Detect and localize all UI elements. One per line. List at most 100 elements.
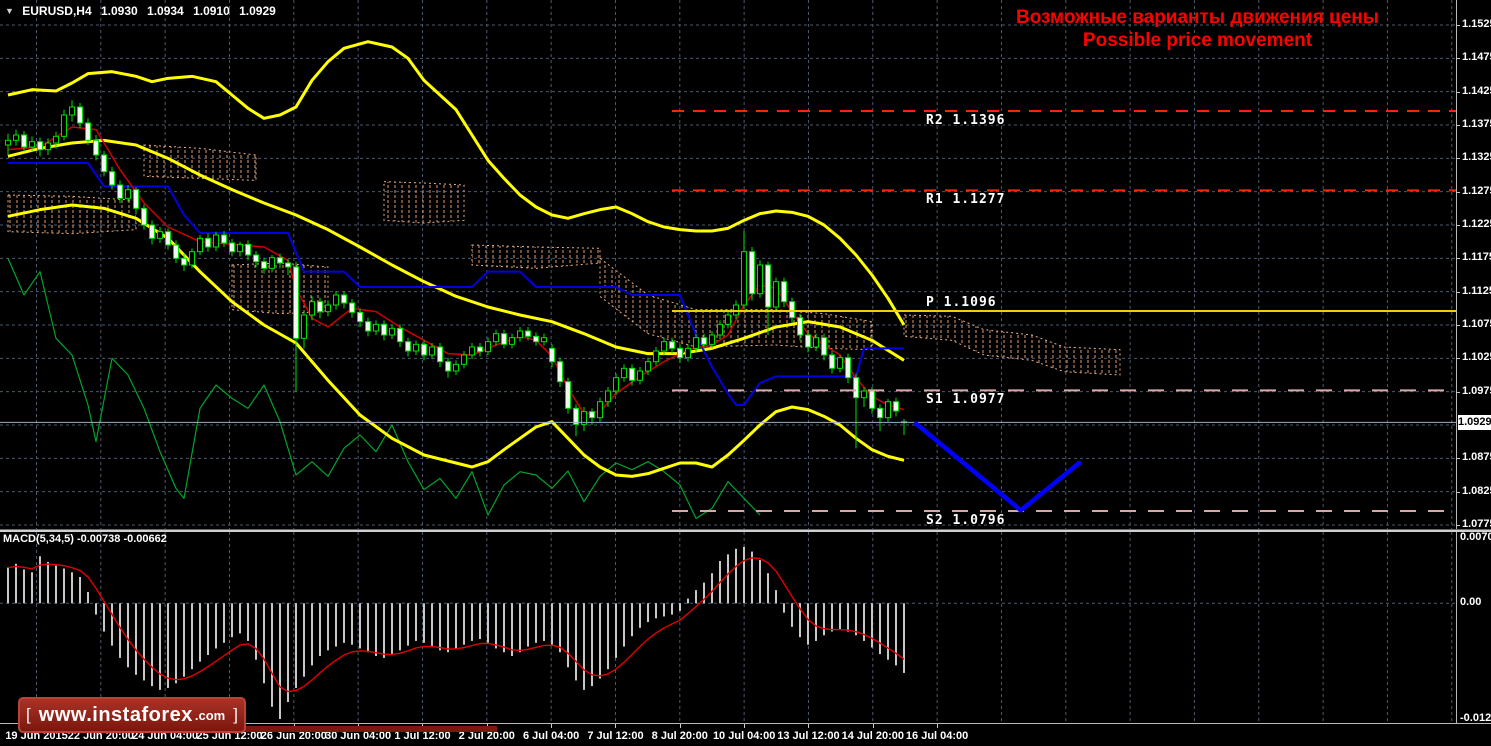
macd-histogram-bar xyxy=(183,603,185,677)
ichimoku-cloud xyxy=(383,181,465,224)
macd-histogram-bar xyxy=(159,603,161,690)
bear-candle xyxy=(821,337,827,356)
bull-candle xyxy=(45,142,51,151)
macd-histogram-bar xyxy=(415,603,417,641)
bear-candle xyxy=(349,302,355,313)
bull-candle xyxy=(725,314,731,325)
main-chart-plot[interactable] xyxy=(0,0,1456,530)
macd-histogram-bar xyxy=(191,603,193,670)
macd-histogram-bar xyxy=(135,603,137,675)
bull-candle xyxy=(69,106,75,116)
price-axis-border xyxy=(1456,0,1457,723)
macd-histogram-bar xyxy=(823,603,825,636)
logo-text: www.instaforex xyxy=(38,703,193,726)
macd-histogram-bar xyxy=(743,546,745,604)
bull-candle xyxy=(13,134,19,141)
macd-histogram-bar xyxy=(87,592,89,604)
price-axis-tick xyxy=(1456,58,1460,60)
macd-histogram-bar xyxy=(207,603,209,656)
bull-candle xyxy=(413,343,419,352)
macd-histogram-bar xyxy=(487,603,489,643)
macd-histogram-bar xyxy=(871,603,873,648)
bear-candle xyxy=(677,347,683,359)
bear-candle xyxy=(261,261,267,269)
time-axis-tick xyxy=(808,724,810,728)
macd-histogram-bar xyxy=(607,603,609,670)
bull-candle xyxy=(717,323,723,336)
macd-histogram-bar xyxy=(95,603,97,615)
macd-histogram-bar xyxy=(399,603,401,651)
macd-histogram-bar xyxy=(239,603,241,634)
bear-candle xyxy=(341,294,347,304)
bull-candle xyxy=(509,337,515,345)
instaforex-logo: [ www.instaforex .com ] xyxy=(18,697,246,733)
bear-candle xyxy=(285,262,291,268)
macd-histogram-bar xyxy=(511,603,513,656)
bull-candle xyxy=(453,363,459,372)
macd-histogram-bar xyxy=(855,603,857,636)
bull-candle xyxy=(333,294,339,306)
macd-histogram-bar xyxy=(127,603,129,668)
bear-candle xyxy=(85,122,91,141)
bear-candle xyxy=(589,411,595,419)
time-axis-label: 13 Jul 12:00 xyxy=(777,730,840,742)
price-axis-tick xyxy=(1456,258,1460,260)
symbol-dropdown-icon[interactable]: ▼ xyxy=(5,6,14,16)
bear-candle xyxy=(229,242,235,253)
macd-histogram-bar xyxy=(471,603,473,641)
time-axis-tick xyxy=(872,724,874,728)
bull-candle xyxy=(237,243,243,253)
macd-histogram-bar xyxy=(615,603,617,658)
mt4-chart-window: ▼ EURUSD,H4 1.0930 1.0934 1.0910 1.0929 … xyxy=(0,0,1491,746)
chart-title: ▼ EURUSD,H4 1.0930 1.0934 1.0910 1.0929 xyxy=(5,4,282,18)
annotation-line-en: Possible price movement xyxy=(1082,30,1313,51)
bull-candle xyxy=(213,234,219,248)
bear-candle xyxy=(277,257,283,264)
bear-candle xyxy=(117,184,123,199)
pane-separator-highlight xyxy=(0,530,1491,532)
macd-histogram-bar xyxy=(375,603,377,656)
macd-histogram-bar xyxy=(199,603,201,662)
bull-candle xyxy=(709,334,715,345)
macd-histogram-bar xyxy=(535,603,537,643)
time-axis-label: 7 Jul 12:00 xyxy=(587,730,644,742)
bull-candle xyxy=(389,327,395,336)
bear-candle xyxy=(829,354,835,369)
macd-histogram-bar xyxy=(47,561,49,604)
macd-histogram-bar xyxy=(679,603,681,611)
macd-histogram-bar xyxy=(215,603,217,649)
macd-histogram-bar xyxy=(279,603,281,720)
bull-candle xyxy=(813,337,819,348)
bear-candle xyxy=(765,264,771,308)
price-chart-canvas xyxy=(0,0,1456,530)
macd-histogram-bar xyxy=(895,603,897,666)
macd-histogram-bar xyxy=(903,603,905,673)
macd-histogram-bar xyxy=(847,603,849,632)
pivot-label-s2: S2 1.0796 xyxy=(926,513,1006,528)
macd-histogram-bar xyxy=(879,603,881,655)
macd-histogram-bar xyxy=(527,603,529,647)
macd-histogram-bar xyxy=(463,603,465,645)
macd-histogram-bar xyxy=(295,603,297,688)
macd-histogram-bar xyxy=(655,603,657,619)
price-axis-label: 1.0975 xyxy=(1462,384,1491,397)
price-axis-label: 1.1325 xyxy=(1462,151,1491,164)
macd-histogram-bar xyxy=(231,603,233,638)
close-value: 1.0929 xyxy=(239,4,276,18)
macd-histogram-bar xyxy=(431,603,433,647)
macd-histogram-bar xyxy=(671,603,673,615)
bear-candle xyxy=(149,224,155,239)
bear-candle xyxy=(557,361,563,383)
bear-candle xyxy=(101,154,107,173)
price-axis-tick xyxy=(1456,125,1460,126)
macd-histogram-bar xyxy=(327,603,329,651)
bear-candle xyxy=(533,335,539,343)
macd-indicator-pane[interactable] xyxy=(0,532,1456,723)
ichimoku-cloud xyxy=(7,194,137,235)
bear-candle xyxy=(381,323,387,336)
current-price-badge: 1.0929 xyxy=(1458,415,1491,430)
bear-candle xyxy=(109,171,115,186)
bull-candle xyxy=(861,390,867,399)
price-axis-tick xyxy=(1456,191,1460,193)
bear-candle xyxy=(669,341,675,349)
